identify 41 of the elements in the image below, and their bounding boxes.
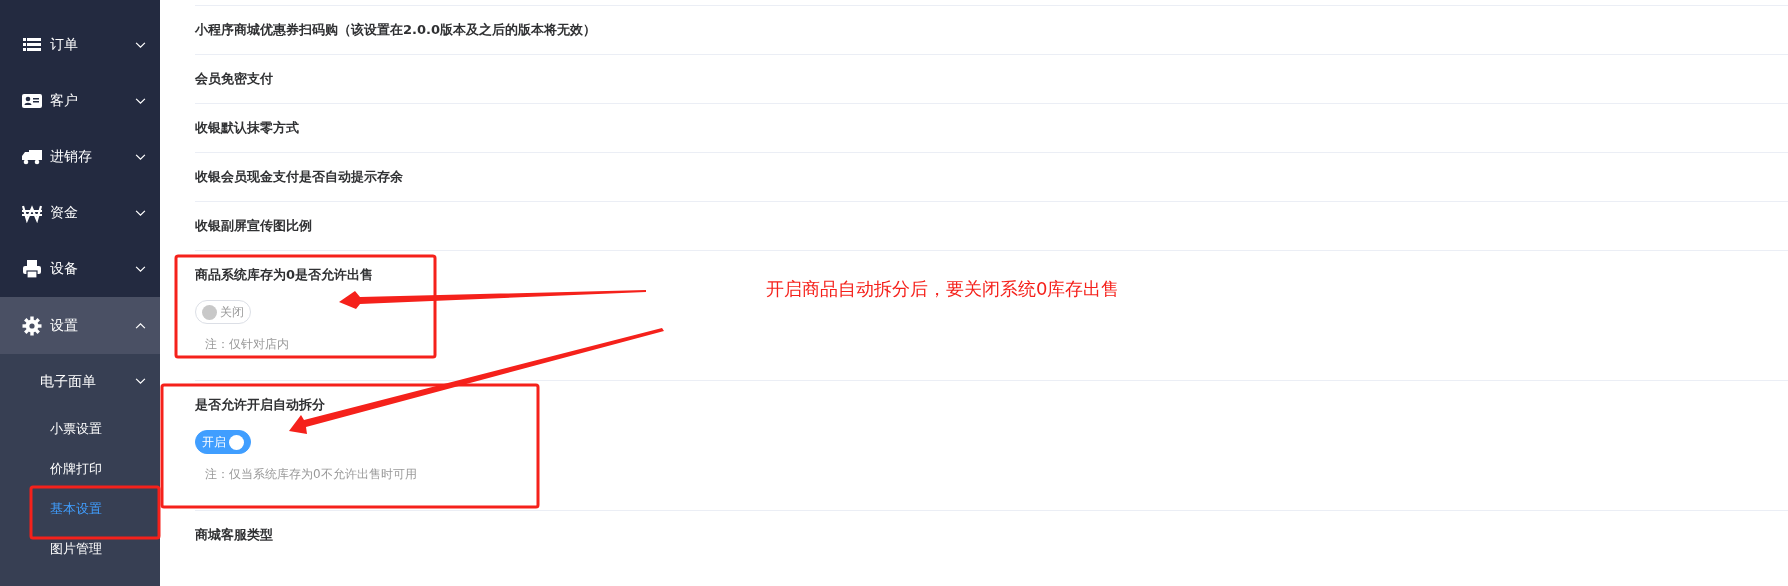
- menu-label: 进销存: [50, 148, 93, 166]
- chevron-down-icon: [135, 97, 146, 105]
- settings-icon: [22, 315, 42, 336]
- menu-label: 资金: [50, 204, 79, 222]
- submenu-item[interactable]: 小票设置: [0, 409, 160, 449]
- setting-note: 注：仅针对店内: [205, 336, 290, 353]
- menu-label: 设置: [50, 316, 79, 335]
- submenu-item[interactable]: 价牌打印: [0, 449, 160, 489]
- menu-label: 设备: [50, 260, 79, 278]
- chevron-down-icon: [135, 41, 146, 49]
- chevron-down-icon: [135, 209, 146, 217]
- submenu-group[interactable]: 电子面单: [0, 354, 160, 409]
- submenu-label: 电子面单: [40, 372, 96, 391]
- setting-title: 收银默认抹零方式: [195, 119, 299, 137]
- setting-title: 商品系统库存为0是否允许出售: [195, 266, 375, 284]
- chevron-down-icon: [135, 378, 146, 385]
- id-card-icon: [22, 91, 42, 111]
- truck-icon: [22, 147, 42, 167]
- menu-item[interactable]: 设备: [0, 241, 160, 297]
- menu-item[interactable]: 订单: [0, 17, 160, 73]
- chevron-up-icon: [135, 322, 146, 329]
- chevron-down-icon: [135, 265, 146, 273]
- won-icon: [22, 203, 42, 223]
- printer-icon: [22, 259, 42, 279]
- chevron-down-icon: [135, 153, 146, 161]
- setting-title: 商城客服类型: [195, 526, 273, 544]
- setting-title: 收银副屏宣传图比例: [195, 217, 312, 235]
- setting-title: 是否允许开启自动拆分: [195, 396, 326, 414]
- submenu-item[interactable]: 基本设置: [0, 489, 160, 529]
- annotation-text: 开启商品自动拆分后，要关闭系统0库存出售: [766, 277, 1120, 301]
- submenu-item[interactable]: 图片管理: [0, 529, 160, 569]
- setting-title: 收银会员现金支付是否自动提示存余: [195, 168, 403, 186]
- menu-label: 客户: [50, 92, 79, 110]
- menu-label: 订单: [50, 36, 79, 54]
- menu-item[interactable]: 资金: [0, 185, 160, 241]
- menu-item[interactable]: 设置: [0, 297, 160, 354]
- setting-title: 会员免密支付: [195, 70, 273, 88]
- menu-item[interactable]: 客户: [0, 73, 160, 129]
- setting-title: 小程序商城优惠券扫码购（该设置在2.0.0版本及之后的版本将无效）: [195, 21, 596, 39]
- menu-item[interactable]: 进销存: [0, 129, 160, 185]
- setting-note: 注：仅当系统库存为0不允许出售时可用: [205, 466, 418, 483]
